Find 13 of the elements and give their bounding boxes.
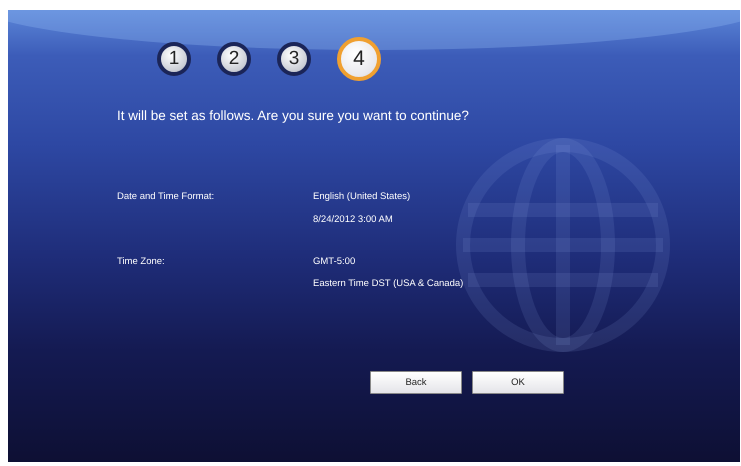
setting-value: 8/24/2012 3:00 AM [313,212,394,226]
setting-value: GMT-5:00 [313,254,356,269]
confirmation-prompt: It will be set as follows. Are you sure you want to continue? [117,107,470,125]
setting-value: Eastern Time DST (USA & Canada) [313,277,464,291]
back-button[interactable]: Back [370,371,462,394]
step-indicator: 4 [337,37,381,81]
setting-value: English (United States) [313,190,412,204]
setting-label: Time Zone: [117,254,166,269]
setting-label: Date and Time Format: [117,190,216,204]
step-indicator: 2 [217,42,251,76]
step-indicator: 3 [277,42,311,76]
step-indicator: 1 [157,42,191,76]
ok-button[interactable]: OK [472,371,564,394]
